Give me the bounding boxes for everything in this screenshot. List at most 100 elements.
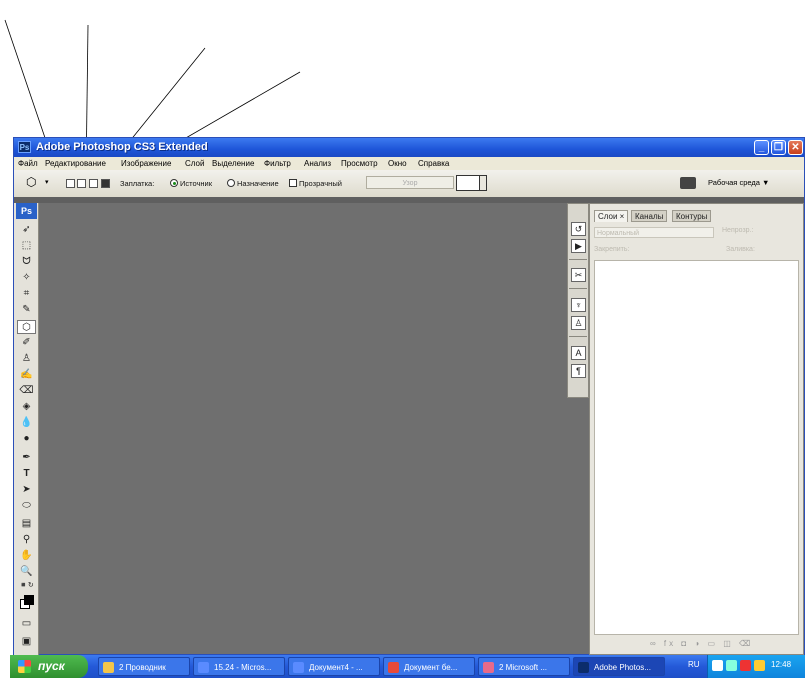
menu-bar: Файл Редактирование Изображение Слой Выд…: [14, 157, 804, 170]
marquee-tool-icon[interactable]: ⬚: [17, 239, 36, 253]
volume-icon[interactable]: [726, 660, 737, 671]
menu-window[interactable]: Окно: [388, 157, 407, 170]
zoom-tool-icon[interactable]: 🔍: [17, 565, 36, 579]
tool-presets-icon[interactable]: ✂: [571, 268, 586, 282]
task-photoshop[interactable]: Adobe Photos...: [573, 657, 665, 676]
foreground-color-swatch[interactable]: [24, 595, 34, 605]
transparent-checkbox[interactable]: [289, 179, 297, 187]
magic-wand-tool-icon[interactable]: ✧: [17, 271, 36, 285]
shape-tool-icon[interactable]: ⬭: [17, 499, 36, 513]
tool-preset-arrow-icon[interactable]: ▾: [45, 178, 49, 186]
start-button[interactable]: пуск: [10, 655, 88, 678]
blend-mode-select[interactable]: Нормальный: [594, 227, 714, 238]
security-icon[interactable]: [740, 660, 751, 671]
history-panel-icon[interactable]: ↺: [571, 222, 586, 236]
crop-tool-icon[interactable]: ⌗: [17, 287, 36, 301]
system-tray: 12:48: [707, 655, 805, 678]
close-button[interactable]: ✕: [788, 140, 803, 155]
collapsed-panels-dock: ↺ ▶ ✂ ♆ ♙ A ¶: [567, 203, 589, 398]
task-explorer[interactable]: 2 Проводник: [98, 657, 190, 676]
source-radio[interactable]: [170, 179, 178, 187]
start-label: пуск: [38, 659, 65, 673]
panel-tabs: Слои × Каналы Контуры: [590, 210, 803, 222]
pen-tool-icon[interactable]: ✒: [17, 451, 36, 465]
options-bar: ⬡ ▾ Заплатка: Источник Назначение Прозра…: [14, 170, 804, 198]
dock-separator: [569, 288, 587, 289]
menu-edit[interactable]: Редактирование: [45, 157, 106, 170]
actions-panel-icon[interactable]: ▶: [571, 239, 586, 253]
patch-tool-icon[interactable]: ⬡: [26, 175, 36, 189]
layers-list[interactable]: [594, 260, 799, 635]
task-label: Adobe Photos...: [594, 663, 651, 672]
title-bar[interactable]: Ps Adobe Photoshop CS3 Extended _ ❐ ✕: [14, 138, 804, 157]
screen-mode-icon[interactable]: ▣: [17, 635, 36, 649]
hand-tool-icon[interactable]: ✋: [17, 549, 36, 563]
new-selection-icon[interactable]: [66, 179, 75, 188]
eraser-tool-icon[interactable]: ⌫: [17, 384, 36, 398]
destination-radio[interactable]: [227, 179, 235, 187]
lasso-tool-icon[interactable]: ᗢ: [17, 255, 36, 269]
clone-stamp-tool-icon[interactable]: ♙: [17, 352, 36, 366]
task-document[interactable]: Документ бе...: [383, 657, 475, 676]
move-tool-icon[interactable]: ➶: [17, 223, 36, 237]
taskbar: пуск 2 Проводник 15.24 - Micros... Докум…: [10, 655, 805, 678]
paint-bucket-tool-icon[interactable]: ◈: [17, 400, 36, 414]
brushes-panel-icon[interactable]: ♆: [571, 298, 586, 312]
history-brush-tool-icon[interactable]: ✍: [17, 368, 36, 382]
menu-file[interactable]: Файл: [18, 157, 38, 170]
paragraph-panel-icon[interactable]: ¶: [571, 364, 586, 378]
patch-label: Заплатка:: [120, 179, 155, 188]
photoshop-icon: [578, 662, 589, 673]
dodge-tool-icon[interactable]: ●: [17, 432, 36, 446]
path-selection-tool-icon[interactable]: ➤: [17, 483, 36, 497]
subtract-selection-icon[interactable]: [89, 179, 98, 188]
task-office[interactable]: 2 Microsoft ...: [478, 657, 570, 676]
quick-mask-icon[interactable]: ▭: [17, 617, 36, 631]
tab-channels[interactable]: Каналы: [631, 210, 668, 222]
menu-select[interactable]: Выделение: [212, 157, 254, 170]
clock: 12:48: [771, 660, 792, 669]
menu-analysis[interactable]: Анализ: [304, 157, 331, 170]
menu-help[interactable]: Справка: [418, 157, 449, 170]
language-indicator[interactable]: RU: [688, 660, 700, 669]
workspace-camera-icon[interactable]: [680, 177, 696, 189]
blur-tool-icon[interactable]: 💧: [17, 416, 36, 430]
update-icon[interactable]: [754, 660, 765, 671]
layer-footer-icons[interactable]: ∞ fx ◘ ◑ ▭ ◫ ⌫: [650, 639, 753, 648]
task-label: Документ бе...: [404, 663, 458, 672]
pattern-dropdown-icon[interactable]: [480, 175, 487, 191]
eyedropper-tool-icon[interactable]: ⚲: [17, 533, 36, 547]
task-word-1[interactable]: 15.24 - Micros...: [193, 657, 285, 676]
menu-view[interactable]: Просмотр: [341, 157, 378, 170]
source-label: Источник: [180, 179, 213, 188]
workspace-button[interactable]: Рабочая среда ▼: [708, 175, 788, 191]
clone-source-icon[interactable]: ♙: [571, 316, 586, 330]
windows-flag-icon: [18, 660, 31, 673]
task-label: 15.24 - Micros...: [214, 663, 272, 672]
tab-paths[interactable]: Контуры: [672, 210, 712, 222]
swap-colors-icon[interactable]: ◾↻: [17, 579, 36, 593]
patch-tool-icon-active[interactable]: ⬡: [17, 320, 36, 334]
task-label: 2 Microsoft ...: [499, 663, 548, 672]
network-icon[interactable]: [712, 660, 723, 671]
intersect-selection-icon[interactable]: [101, 179, 110, 188]
pattern-swatch[interactable]: [456, 175, 480, 191]
brush-tool-icon[interactable]: ✐: [17, 336, 36, 350]
notes-tool-icon[interactable]: ▤: [17, 517, 36, 531]
add-selection-icon[interactable]: [77, 179, 86, 188]
character-panel-icon[interactable]: A: [571, 346, 586, 360]
type-tool-icon[interactable]: T: [17, 467, 36, 481]
menu-filter[interactable]: Фильтр: [264, 157, 291, 170]
tab-layers[interactable]: Слои ×: [594, 210, 629, 222]
task-label: 2 Проводник: [119, 663, 166, 672]
task-word-2[interactable]: Документ4 - ...: [288, 657, 380, 676]
menu-layer[interactable]: Слой: [185, 157, 204, 170]
transparent-label: Прозрачный: [299, 179, 342, 188]
minimize-button[interactable]: _: [754, 140, 769, 155]
menu-image[interactable]: Изображение: [121, 157, 171, 170]
use-pattern-button[interactable]: Узор: [366, 176, 454, 189]
layers-panel: Слои × Каналы Контуры Нормальный Непрозр…: [589, 203, 804, 655]
dock-separator: [569, 336, 587, 337]
maximize-button[interactable]: ❐: [771, 140, 786, 155]
slice-tool-icon[interactable]: ✎: [17, 303, 36, 317]
